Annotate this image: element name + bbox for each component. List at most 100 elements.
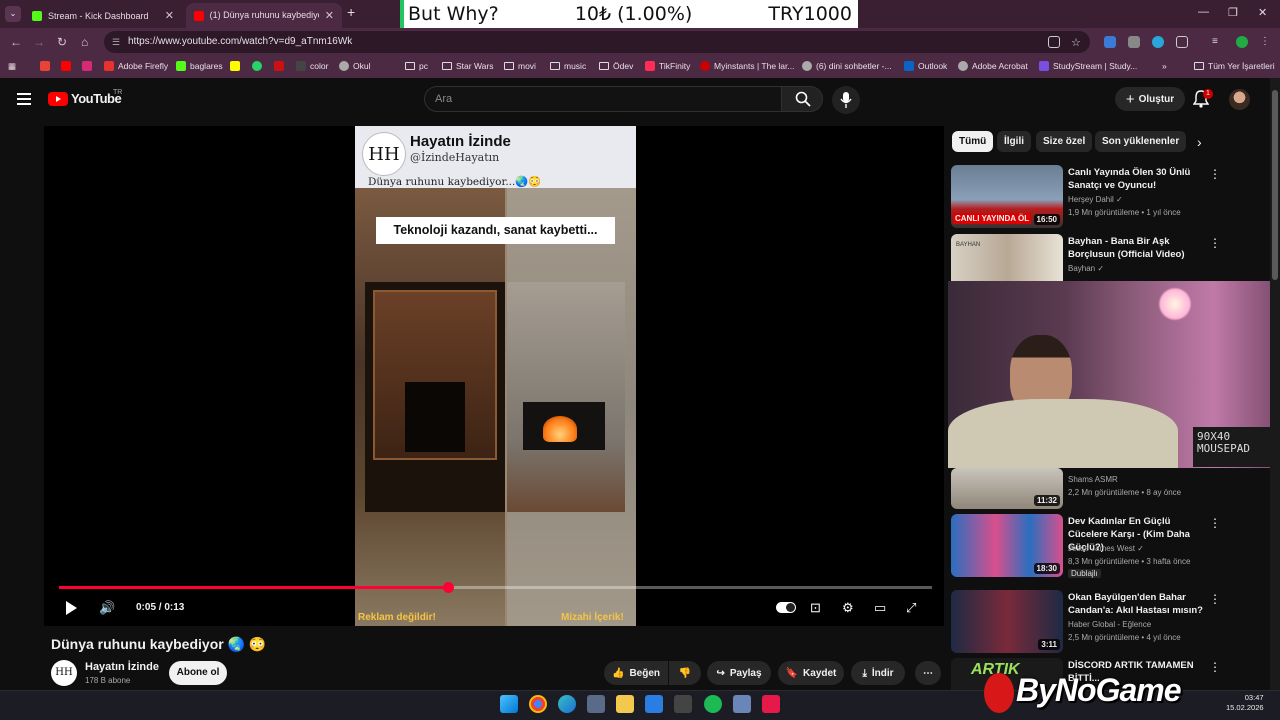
more-vert-icon[interactable]: ⋮ [1209, 167, 1221, 181]
address-bar[interactable]: ☰ https://www.youtube.com/watch?v=d9_aTn… [104, 31, 1090, 53]
progress-bar[interactable] [59, 582, 932, 593]
close-icon[interactable]: ✕ [325, 9, 334, 22]
media-icon[interactable]: ≡ [1212, 36, 1224, 48]
chip-for-you[interactable]: Size özel [1036, 131, 1093, 152]
extension-icon[interactable] [1128, 36, 1140, 48]
recommendation-item[interactable]: CANLI YAYINDA ÖL 16:50 Canlı Yayında Öle… [951, 165, 1271, 229]
bookmark-tikfinity[interactable]: TikFinity [645, 61, 690, 71]
play-button[interactable] [66, 601, 77, 615]
bookmark-acrobat[interactable]: Adobe Acrobat [958, 61, 1028, 71]
more-vert-icon[interactable]: ⋮ [1209, 236, 1221, 250]
rec-title[interactable]: Bayhan - Bana Bir Aşk Borçlusun (Officia… [1068, 235, 1208, 261]
bookmark-myinstants[interactable]: Myinstants | The lar... [700, 61, 794, 71]
share-button[interactable]: ↪ Paylaş [707, 661, 771, 685]
recommendation-item[interactable]: 3:11 Okan Bayülgen'den Bahar Candan'a: A… [951, 590, 1271, 654]
bookmark-starwars[interactable]: Star Wars [442, 61, 493, 71]
channel-name[interactable]: Hayatın İzinde [85, 661, 159, 673]
account-avatar[interactable] [1229, 89, 1250, 110]
search-button[interactable] [781, 86, 823, 112]
rec-title[interactable]: Okan Bayülgen'den Bahar Candan'a: Akıl H… [1068, 591, 1208, 617]
back-button[interactable]: ← [10, 35, 22, 49]
tab-kick-dashboard[interactable]: Stream - Kick Dashboard ✕ [24, 3, 182, 28]
bookmark-odev[interactable]: Ödev [599, 61, 633, 71]
more-vert-icon[interactable]: ⋮ [1209, 660, 1221, 674]
maximize-button[interactable]: ❐ [1228, 6, 1238, 19]
rec-channel[interactable]: Jesse James West ✓ [1068, 544, 1144, 553]
instagram-icon[interactable] [82, 61, 92, 71]
more-vert-icon[interactable]: ⋮ [1209, 516, 1221, 530]
snapchat-icon[interactable] [230, 61, 240, 71]
extensions-icon[interactable] [1176, 36, 1188, 48]
spotify-icon[interactable] [704, 695, 722, 713]
bookmark-baglares[interactable]: baglares [176, 61, 223, 71]
recommendation-item[interactable]: 18:30 Dev Kadınlar En Güçlü Cücelere Kar… [951, 514, 1271, 578]
bookmark-all[interactable]: Tüm Yer İşaretleri [1194, 61, 1275, 71]
apps-icon[interactable]: ▦ [8, 61, 16, 72]
install-icon[interactable] [1048, 36, 1060, 48]
reload-button[interactable]: ↻ [57, 35, 67, 49]
bookmark-music[interactable]: music [550, 61, 586, 71]
dislike-button[interactable]: 👎 [669, 661, 701, 685]
bookmark-firefly[interactable]: Adobe Firefly [104, 61, 168, 71]
video-editor-icon[interactable] [762, 695, 780, 713]
save-button[interactable]: 🔖 Kaydet [778, 661, 844, 685]
rec-channel[interactable]: Haber Global - Eğlence [1068, 620, 1151, 629]
video-thumbnail[interactable]: 11:32 [951, 468, 1063, 509]
file-explorer-icon[interactable] [616, 695, 634, 713]
miniplayer-icon[interactable]: ▭ [874, 600, 886, 616]
close-window-button[interactable]: ✕ [1258, 6, 1267, 19]
create-button[interactable]: + Oluştur [1115, 87, 1185, 111]
windows-start-icon[interactable] [500, 695, 518, 713]
bookmark-studystream[interactable]: StudyStream | Study... [1039, 61, 1137, 71]
bookmark-pc[interactable]: pc [405, 61, 428, 71]
chip-recent[interactable]: Son yüklenenler [1095, 131, 1187, 152]
video-thumbnail[interactable]: CANLI YAYINDA ÖL 16:50 [951, 165, 1063, 228]
hamburger-menu-icon[interactable] [17, 93, 31, 105]
scrollbar-thumb[interactable] [1272, 90, 1278, 280]
home-icon[interactable]: ⌂ [81, 35, 88, 49]
like-button[interactable]: 👍 Beğen [604, 661, 668, 685]
search-input[interactable]: Ara [424, 86, 782, 112]
translate-icon[interactable] [1104, 36, 1116, 48]
channel-avatar[interactable]: HH [51, 660, 77, 686]
tab-search-button[interactable]: ⌄ [5, 6, 21, 22]
star-icon[interactable]: ☆ [1071, 36, 1083, 49]
forward-button[interactable]: → [33, 35, 45, 49]
gmail-icon[interactable] [40, 61, 50, 71]
rec-channel[interactable]: Herşey Dahil ✓ [1068, 195, 1123, 204]
minimize-button[interactable]: — [1198, 6, 1209, 18]
capture-icon[interactable] [674, 695, 692, 713]
bookmark-color[interactable]: color [296, 61, 328, 71]
youtube-logo[interactable]: YouTube [48, 91, 122, 106]
tab-youtube-video[interactable]: (1) Dünya ruhunu kaybediyor 🌏 😳 ✕ [186, 3, 342, 28]
more-vert-icon[interactable]: ⋮ [1209, 592, 1221, 606]
profile-icon[interactable] [1236, 36, 1248, 48]
bookmark-outlook[interactable]: Outlook [904, 61, 947, 71]
voice-search-button[interactable] [832, 86, 860, 114]
download-button[interactable]: ⤓ İndir [851, 661, 905, 685]
vpn-icon[interactable] [1152, 36, 1164, 48]
close-icon[interactable]: ✕ [165, 9, 174, 22]
autoplay-toggle[interactable] [776, 602, 796, 613]
edge-icon[interactable] [558, 695, 576, 713]
subscribe-button[interactable]: Abone ol [169, 661, 227, 685]
more-actions-button[interactable]: ⋯ [915, 661, 941, 685]
video-frame[interactable]: HH Hayatın İzinde @İzindeHayatın Dünya r… [355, 126, 636, 626]
video-thumbnail[interactable]: 3:11 [951, 590, 1063, 653]
bookmark-dini[interactable]: (6) dini sohbetler -... [802, 61, 892, 71]
chip-all[interactable]: Tümü [952, 131, 994, 152]
captions-icon[interactable]: ⊡ [810, 600, 821, 616]
chip-related[interactable]: İlgili [997, 131, 1031, 152]
youtube-bookmark-icon[interactable] [61, 61, 71, 71]
fullscreen-icon[interactable]: ⤢ [906, 600, 916, 616]
chrome-icon[interactable] [529, 695, 547, 713]
settings-gear-icon[interactable]: ⚙ [842, 600, 854, 616]
menu-icon[interactable]: ⋮ [1260, 36, 1272, 48]
volume-icon[interactable]: 🔊 [99, 600, 115, 616]
site-info-icon[interactable]: ☰ [112, 31, 120, 53]
rec-title[interactable]: Canlı Yayında Ölen 30 Ünlü Sanatçı ve Oy… [1068, 166, 1208, 192]
store-icon[interactable] [587, 695, 605, 713]
chevron-right-icon[interactable]: › [1197, 134, 1202, 150]
bookmark-okul[interactable]: Okul [339, 61, 370, 71]
more-bookmarks-icon[interactable]: » [1162, 61, 1167, 71]
